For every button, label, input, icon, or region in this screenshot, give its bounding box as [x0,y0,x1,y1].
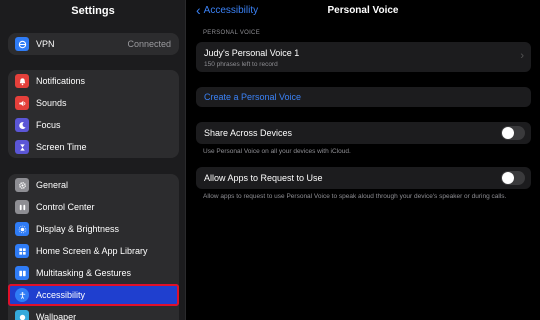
sidebar-item-control-center[interactable]: Control Center [8,196,179,218]
accessibility-icon [15,288,29,302]
sidebar-item-label: Multitasking & Gestures [36,268,132,278]
speaker-icon [15,96,29,110]
sidebar-item-label: Display & Brightness [36,224,120,234]
sidebar-group-network: VPN Connected [8,33,179,55]
sidebar-item-label: Notifications [36,76,86,86]
share-across-devices-toggle[interactable] [501,126,525,140]
bell-icon [15,74,29,88]
section-header: PERSONAL VOICE [203,30,260,36]
hourglass-icon [15,140,29,154]
moon-icon [15,118,29,132]
allow-apps-label: Allow Apps to Request to Use [204,173,323,183]
sidebar-group-notifications: Notifications Sounds Focus Screen Time [8,70,179,158]
toggle-knob [502,172,514,184]
sidebar-item-label: Wallpaper [36,312,77,320]
sidebar-item-label: Focus [36,120,61,130]
vpn-icon [15,37,29,51]
sidebar-item-accessibility[interactable]: Accessibility [8,284,179,306]
sidebar-item-wallpaper[interactable]: Wallpaper [8,306,179,320]
allow-apps-footnote: Allow apps to request to use Personal Vo… [203,193,507,200]
toggle-knob [502,127,514,139]
sun-icon [15,222,29,236]
sidebar-item-label: Control Center [36,202,95,212]
share-across-devices-label: Share Across Devices [204,128,293,138]
sidebar-item-home-screen[interactable]: Home Screen & App Library [8,240,179,262]
sidebar-item-sounds[interactable]: Sounds [8,92,179,114]
share-across-devices-row: Share Across Devices [196,122,531,144]
sidebar-item-label: General [36,180,69,190]
sidebar-item-notifications[interactable]: Notifications [8,70,179,92]
sidebar-item-label: Accessibility [36,290,86,300]
create-personal-voice-link[interactable]: Create a Personal Voice [204,92,301,102]
chevron-right-icon: › [520,50,524,62]
sidebar-group-general: General Control Center Display & Brightn… [8,174,179,320]
sidebar-item-label: Screen Time [36,142,87,152]
voice-name: Judy's Personal Voice 1 [204,48,300,58]
sidebar-item-label: Home Screen & App Library [36,246,148,256]
sidebar-item-screen-time[interactable]: Screen Time [8,136,179,158]
sidebar-item-label: VPN [36,39,55,49]
voice-phrases-left: 150 phrases left to record [204,61,278,68]
sidebar-item-general[interactable]: General [8,174,179,196]
sidebar-title: Settings [0,0,185,22]
grid-icon [15,244,29,258]
sidebar-item-focus[interactable]: Focus [8,114,179,136]
sidebar-item-multitasking[interactable]: Multitasking & Gestures [8,262,179,284]
allow-apps-row: Allow Apps to Request to Use [196,167,531,189]
personal-voice-row[interactable]: Judy's Personal Voice 1 150 phrases left… [196,42,531,72]
page-title: Personal Voice [327,5,399,16]
sidebar-item-label: Sounds [36,98,67,108]
settings-sidebar: Settings Bluetooth On VPN Connected Noti… [0,0,186,320]
sidebar-item-display-brightness[interactable]: Display & Brightness [8,218,179,240]
sidebar-item-vpn[interactable]: VPN Connected [8,33,179,55]
sliders-icon [15,200,29,214]
create-personal-voice-row[interactable]: Create a Personal Voice [196,87,531,107]
vpn-status: Connected [127,39,171,49]
share-footnote: Use Personal Voice on all your devices w… [203,148,351,155]
wallpaper-icon [15,310,29,320]
multitask-icon [15,266,29,280]
allow-apps-toggle[interactable] [501,171,525,185]
gear-icon [15,178,29,192]
